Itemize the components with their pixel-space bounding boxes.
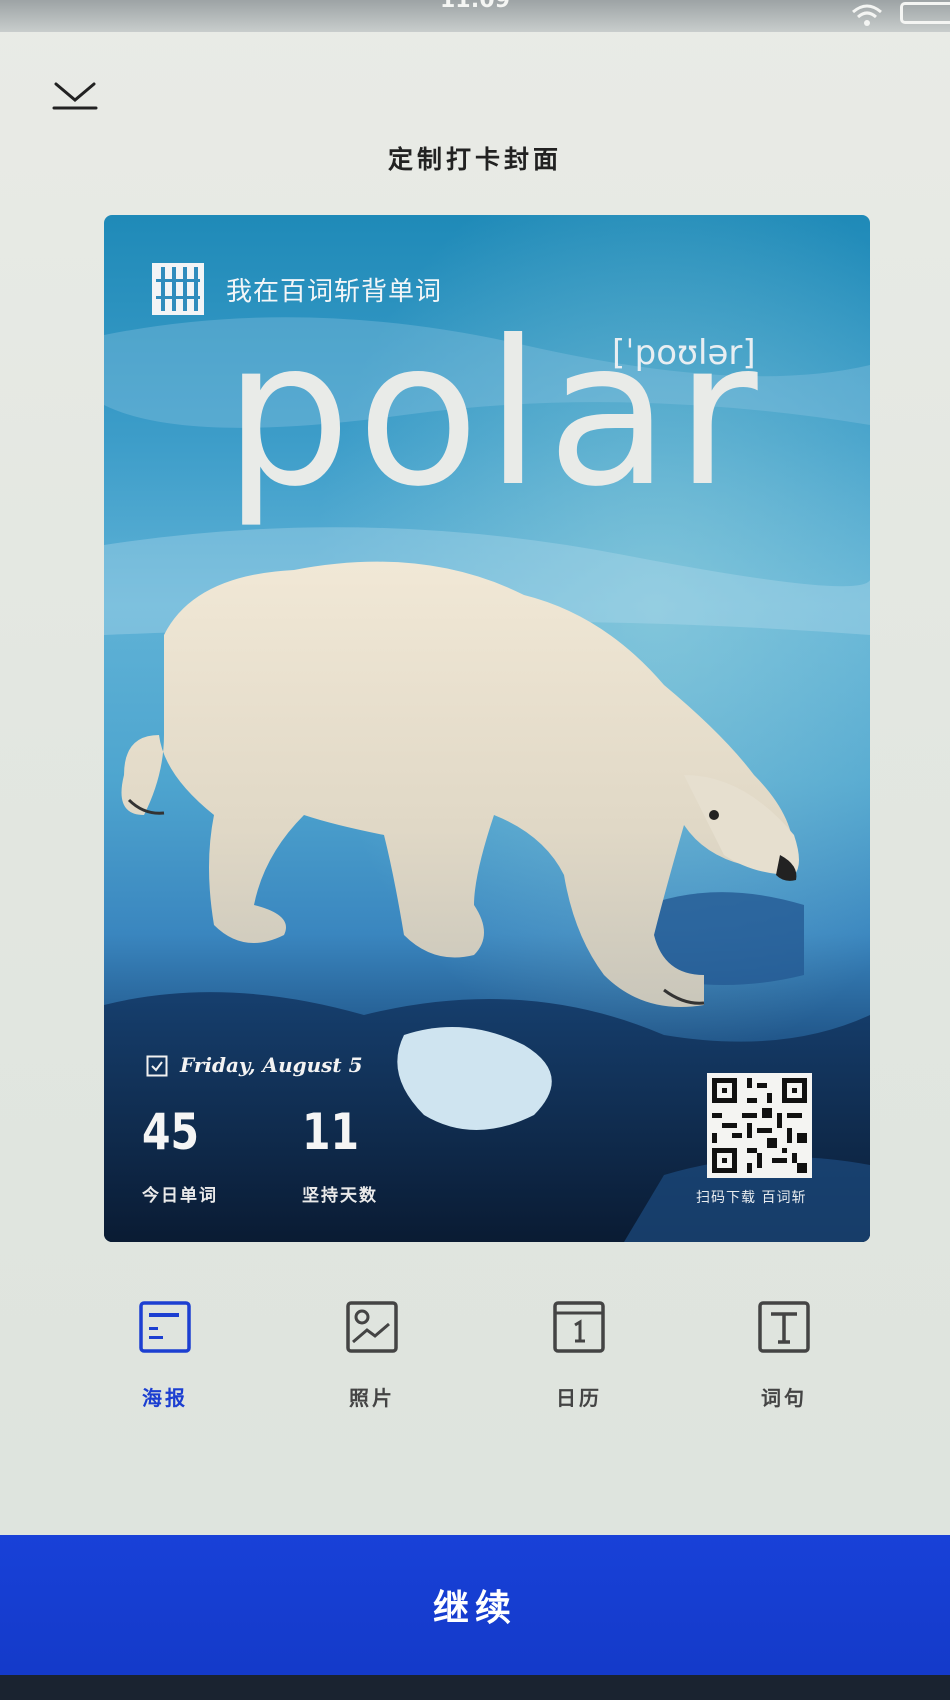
- continue-label: 继续: [432, 1587, 517, 1629]
- page-title: 定制打卡封面: [387, 145, 562, 174]
- screen: 11:09 定制打卡封面 我在百词斩背单词 [ˈpoʊlər] polar Fr…: [0, 0, 950, 1700]
- bottom-edge: [0, 1675, 950, 1700]
- streak-days-value: 11: [302, 1103, 360, 1161]
- battery-icon: [900, 2, 950, 24]
- tab-text-label: 词句: [761, 1386, 807, 1410]
- today-words-label: 今日单词: [142, 1186, 218, 1206]
- status-time: 11:09: [440, 0, 511, 13]
- status-bar: 11:09: [0, 0, 950, 32]
- tab-calendar[interactable]: 日历: [519, 1300, 639, 1420]
- today-words-value: 45: [142, 1103, 200, 1161]
- check-calendar-icon: [146, 1055, 168, 1077]
- tab-photo-label: 照片: [349, 1386, 395, 1410]
- date-text: Friday, August 5: [180, 1053, 363, 1077]
- text-icon: [758, 1301, 810, 1353]
- poster-preview: 我在百词斩背单词 [ˈpoʊlər] polar Friday, August …: [104, 215, 870, 1242]
- streak-days-label: 坚持天数: [302, 1186, 378, 1206]
- collapse-down-icon[interactable]: [50, 78, 100, 112]
- wifi-icon: [852, 4, 882, 26]
- tab-calendar-label: 日历: [556, 1386, 602, 1410]
- poster-icon: [139, 1301, 191, 1353]
- tab-text[interactable]: 词句: [724, 1300, 844, 1420]
- calendar-icon: [553, 1301, 605, 1353]
- tab-poster[interactable]: 海报: [105, 1300, 225, 1420]
- photo-icon: [346, 1301, 398, 1353]
- continue-button[interactable]: 继续: [0, 1535, 950, 1675]
- qr-code-icon: [707, 1073, 812, 1178]
- qr-caption: 扫码下载 百词斩: [696, 1190, 807, 1206]
- tab-poster-label: 海报: [142, 1386, 188, 1410]
- tab-photo[interactable]: 照片: [312, 1300, 432, 1420]
